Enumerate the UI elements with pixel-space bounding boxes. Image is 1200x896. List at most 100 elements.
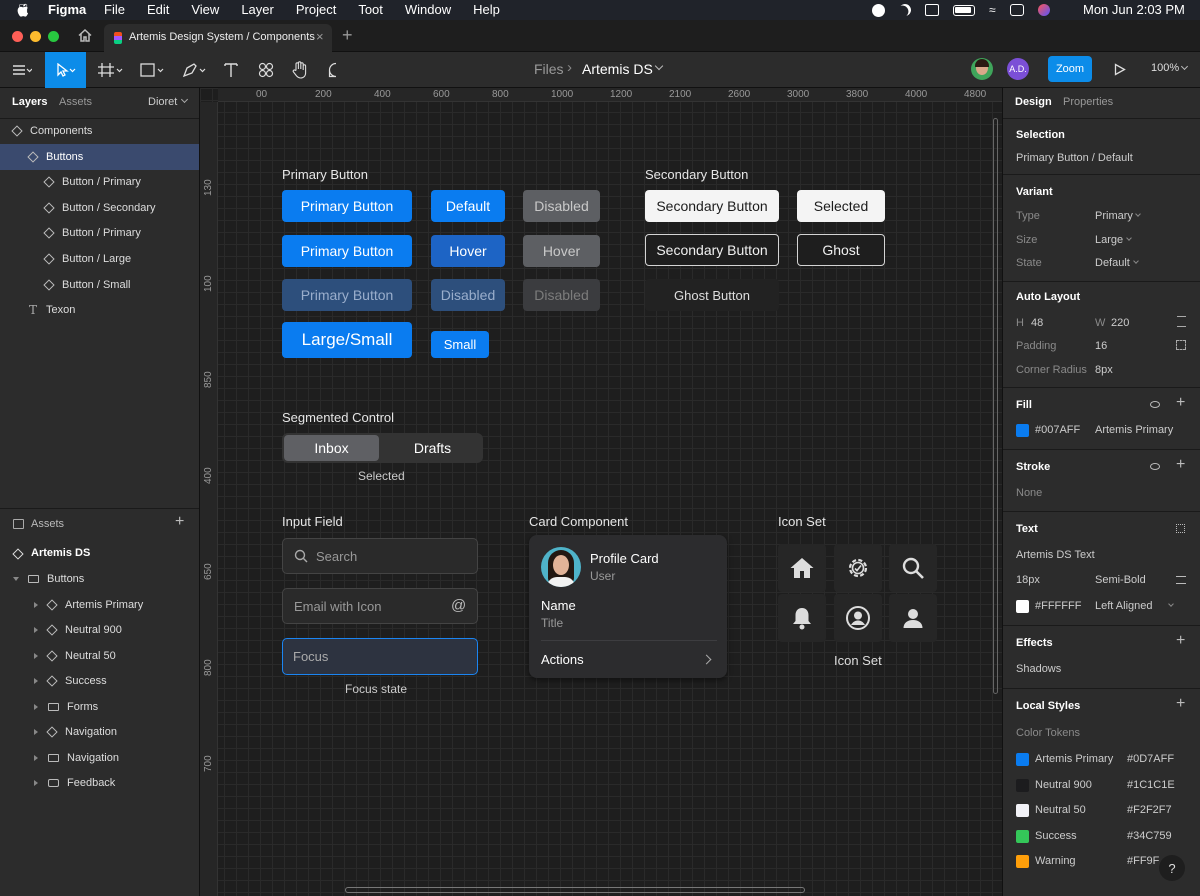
fill-color-swatch[interactable] — [1016, 424, 1029, 437]
chevron-right-icon[interactable] — [34, 754, 38, 761]
disabled-blue-button[interactable]: Disabled — [431, 279, 505, 311]
padding-value[interactable]: 16 — [1095, 340, 1107, 352]
chevron-right-icon[interactable] — [34, 780, 38, 786]
collaborator-avatar[interactable] — [971, 58, 993, 80]
effects-value[interactable]: Shadows — [1016, 663, 1061, 675]
menu-layer[interactable]: Layer — [241, 2, 274, 17]
ghost-outline-button[interactable]: Ghost — [797, 234, 885, 266]
comment-tool-button[interactable] — [322, 52, 350, 88]
layer-row[interactable]: Button / Large — [0, 246, 199, 272]
text-style-name[interactable]: Artemis DS Text — [1016, 549, 1095, 561]
icon-cell-settings[interactable] — [834, 544, 882, 592]
wifi-icon[interactable]: ≈ — [989, 3, 996, 17]
shape-tool-button[interactable] — [134, 52, 170, 88]
profile-card[interactable]: Profile Card User Name Title Actions — [529, 535, 727, 678]
fill-hex-value[interactable]: #007AFF — [1035, 424, 1080, 436]
breadcrumb-files[interactable]: Files — [534, 61, 564, 77]
menubar-app-name[interactable]: Figma — [48, 2, 86, 17]
zoom-window-button[interactable] — [48, 31, 59, 42]
home-icon[interactable] — [78, 29, 92, 42]
menu-toot[interactable]: Toot — [358, 2, 383, 17]
apple-logo-icon[interactable] — [17, 3, 30, 17]
token-swatch[interactable] — [1016, 829, 1029, 843]
main-menu-button[interactable] — [4, 52, 40, 88]
menu-window[interactable]: Window — [405, 2, 451, 17]
vertical-scrollbar[interactable] — [993, 118, 998, 694]
icon-cell-bell[interactable] — [778, 594, 826, 642]
segment-drafts[interactable]: Drafts — [384, 435, 481, 461]
variant-state-select[interactable]: Default — [1095, 257, 1130, 269]
new-tab-button[interactable]: + — [342, 25, 353, 46]
battery-icon[interactable] — [953, 4, 975, 16]
token-swatch[interactable] — [1016, 855, 1029, 869]
token-name[interactable]: Neutral 900 — [1035, 779, 1092, 791]
icon-cell-user-circle[interactable] — [834, 594, 882, 642]
asset-row[interactable]: Forms — [0, 694, 199, 720]
control-center-icon[interactable] — [1009, 4, 1024, 16]
app-badge-icon[interactable] — [925, 4, 939, 16]
asset-row[interactable]: Neutral 50 — [0, 643, 199, 669]
chevron-right-icon[interactable] — [701, 654, 712, 665]
move-tool-button[interactable] — [45, 52, 86, 88]
menu-project[interactable]: Project — [296, 2, 336, 17]
height-value[interactable]: 48 — [1031, 317, 1043, 329]
layer-row[interactable]: Button / Primary — [0, 169, 199, 195]
small-button[interactable]: Small — [431, 331, 489, 358]
primary-button-disabled[interactable]: Primary Button — [282, 279, 412, 311]
asset-row[interactable]: Success — [0, 668, 199, 694]
text-settings-icon[interactable] — [1176, 524, 1185, 533]
asset-row[interactable]: Navigation — [0, 719, 199, 745]
large-button[interactable]: Large/Small — [282, 322, 412, 358]
chevron-right-icon[interactable] — [34, 729, 38, 735]
hand-tool-button[interactable] — [286, 52, 314, 88]
variant-size-select[interactable]: Large — [1095, 234, 1123, 246]
tab-close-icon[interactable]: × — [316, 29, 324, 44]
search-input[interactable]: Search — [282, 538, 478, 574]
disabled-state-button[interactable]: Disabled — [523, 190, 600, 222]
layer-row[interactable]: Button / Primary — [0, 220, 199, 246]
resize-icon[interactable] — [1177, 316, 1186, 327]
text-color-hex[interactable]: #FFFFFF — [1035, 600, 1081, 612]
close-window-button[interactable] — [12, 31, 23, 42]
library-name[interactable]: Artemis DS — [31, 547, 90, 559]
layer-row[interactable]: T Texon — [0, 297, 199, 323]
segment-inbox[interactable]: Inbox — [284, 435, 379, 461]
ghost-button[interactable]: Ghost Button — [645, 279, 779, 311]
token-name[interactable]: Success — [1035, 830, 1077, 842]
chevron-right-icon[interactable] — [34, 627, 38, 633]
horizontal-scrollbar[interactable] — [345, 887, 805, 893]
secondary-button-outline[interactable]: Secondary Button — [645, 234, 779, 266]
add-fill-button[interactable]: + — [1176, 394, 1185, 412]
tab-assets[interactable]: Assets — [59, 96, 92, 108]
tab-layers[interactable]: Layers — [12, 96, 47, 108]
text-align-icon[interactable] — [1176, 576, 1186, 584]
zoom-button[interactable]: Zoom — [1048, 56, 1092, 82]
add-effect-button[interactable]: + — [1176, 632, 1185, 650]
focus-input[interactable]: Focus — [282, 638, 478, 675]
asset-row[interactable]: Neutral 900 — [0, 617, 199, 643]
variant-type-select[interactable]: Primary — [1095, 210, 1133, 222]
email-input[interactable]: Email with Icon @ — [282, 588, 478, 624]
secondary-button-filled[interactable]: Secondary Button — [645, 190, 779, 222]
stroke-visibility-icon[interactable] — [1150, 463, 1160, 470]
file-name[interactable]: Artemis DS — [582, 61, 653, 77]
layer-row[interactable]: Button / Small — [0, 272, 199, 298]
icon-cell-user[interactable] — [889, 594, 937, 642]
tab-properties[interactable]: Properties — [1063, 96, 1113, 108]
hover-disabled-button[interactable]: Hover — [523, 235, 600, 267]
asset-row[interactable]: Artemis Primary — [0, 592, 199, 618]
pen-tool-button[interactable] — [176, 52, 212, 88]
menu-file[interactable]: File — [104, 2, 125, 17]
primary-button-hover[interactable]: Primary Button — [282, 235, 412, 267]
asset-row[interactable]: Feedback — [0, 770, 199, 796]
disabled-gray-button[interactable]: Disabled — [523, 279, 600, 311]
page-select[interactable]: Dioret — [148, 96, 177, 108]
zoom-level-dropdown[interactable]: 100% — [1151, 62, 1179, 74]
menu-view[interactable]: View — [191, 2, 219, 17]
selected-button[interactable]: Selected — [797, 190, 885, 222]
menu-edit[interactable]: Edit — [147, 2, 169, 17]
design-canvas[interactable]: 00 200 400 600 800 1000 1200 2100 2600 3000 3800 40… — [200, 88, 1002, 896]
width-value[interactable]: 220 — [1111, 317, 1129, 329]
minimize-window-button[interactable] — [30, 31, 41, 42]
layer-row[interactable]: Button / Secondary — [0, 195, 199, 221]
